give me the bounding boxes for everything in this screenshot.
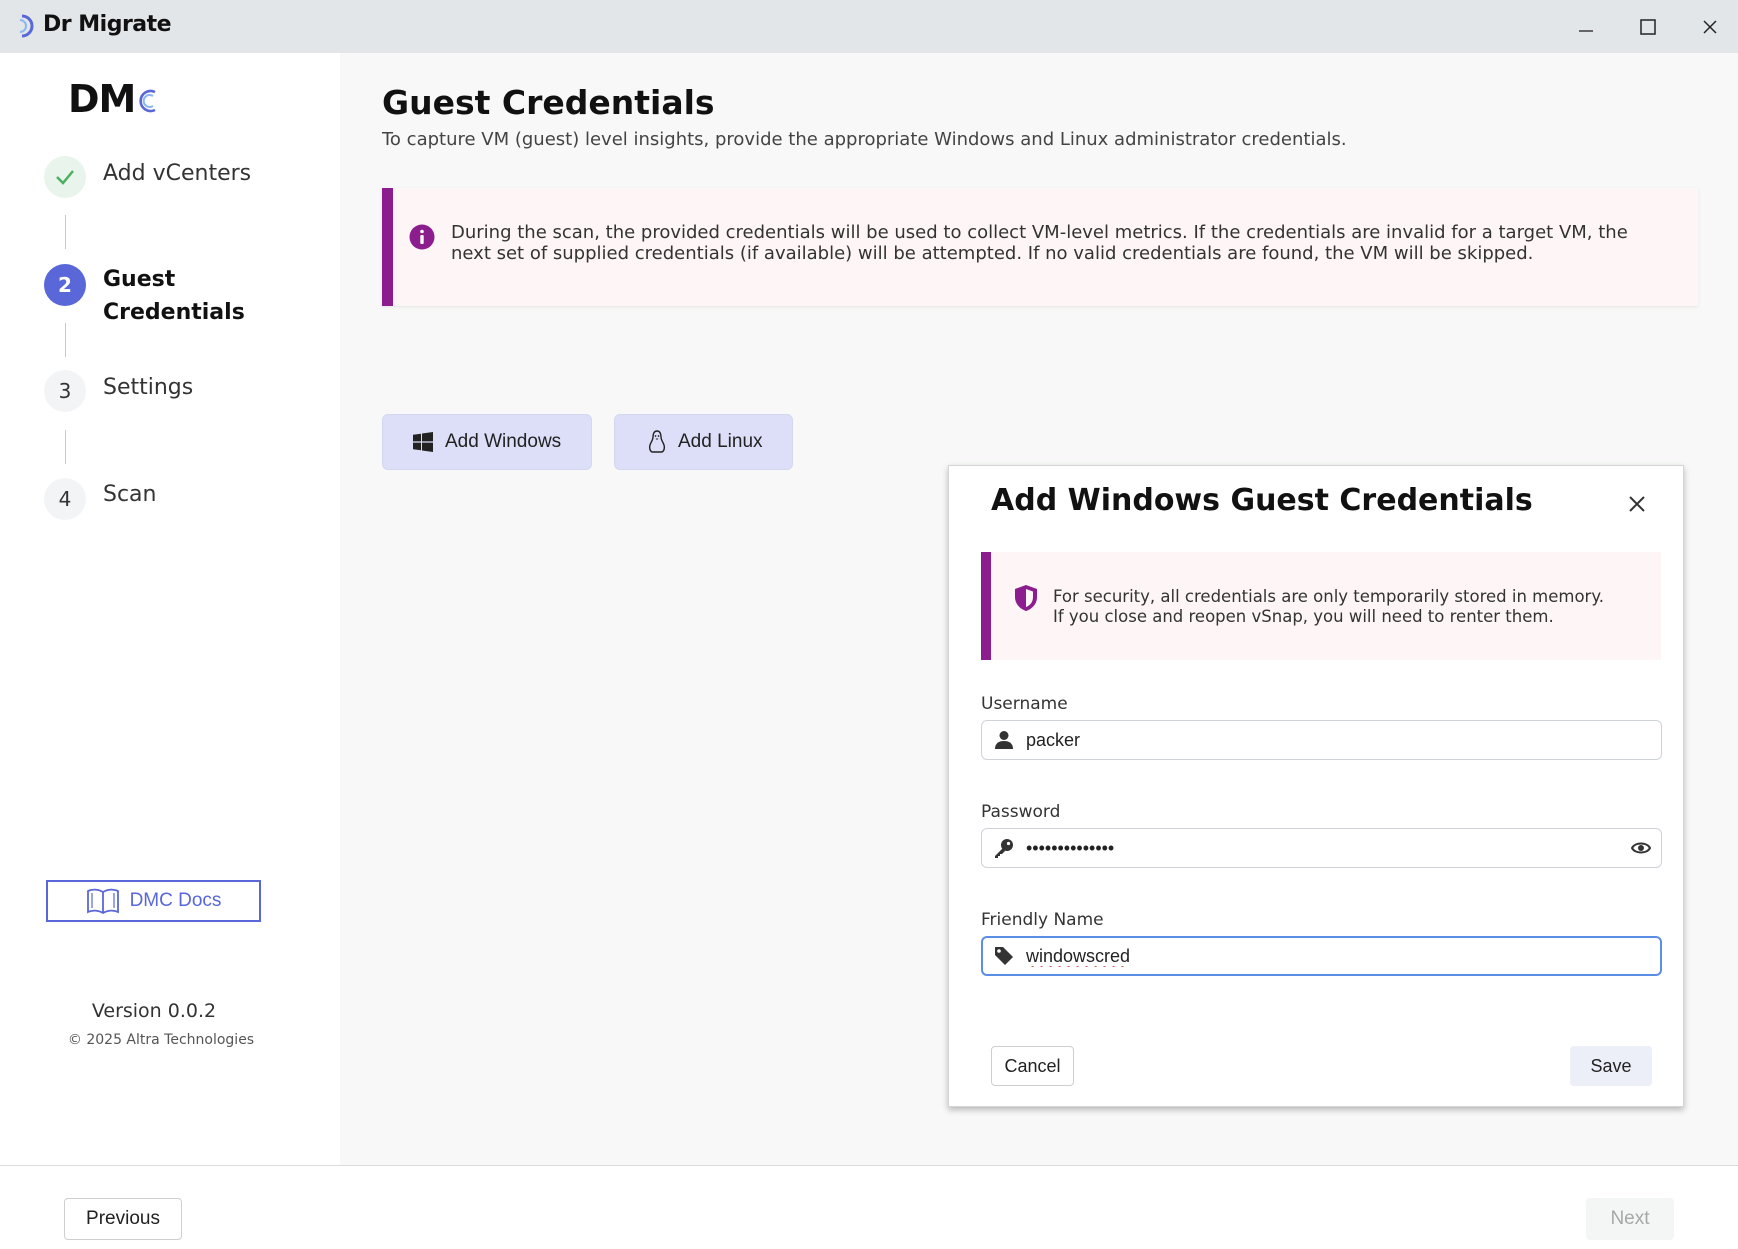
- friendly-name-label: Friendly Name: [981, 910, 1104, 930]
- step-4-number: 4: [58, 487, 72, 511]
- tag-icon: [995, 947, 1013, 965]
- username-field[interactable]: [981, 720, 1662, 760]
- close-icon: [1629, 496, 1645, 512]
- key-icon: [995, 839, 1013, 858]
- friendly-name-field[interactable]: [981, 936, 1662, 976]
- step-2-indicator: 2: [44, 264, 86, 306]
- add-windows-credentials-dialog: Add Windows Guest Credentials For securi…: [948, 465, 1684, 1107]
- add-linux-label: Add Linux: [678, 431, 763, 452]
- step-connector: [65, 323, 66, 357]
- save-button[interactable]: Save: [1570, 1046, 1652, 1086]
- step-2-number: 2: [58, 273, 72, 297]
- page-title: Guest Credentials: [382, 83, 715, 122]
- info-icon: [409, 224, 435, 250]
- cancel-button[interactable]: Cancel: [991, 1046, 1074, 1086]
- check-icon: [56, 170, 74, 185]
- password-field[interactable]: [981, 828, 1662, 868]
- version-text: Version 0.0.2: [91, 1000, 217, 1022]
- minimize-button[interactable]: [1556, 0, 1616, 53]
- add-linux-button[interactable]: Add Linux: [614, 414, 793, 470]
- maximize-button[interactable]: [1618, 0, 1678, 53]
- previous-button[interactable]: Previous: [64, 1198, 182, 1240]
- security-notice-line1: For security, all credentials are only t…: [1053, 587, 1605, 606]
- scan-info-text: During the scan, the provided credential…: [451, 222, 1628, 264]
- security-notice: For security, all credentials are only t…: [981, 552, 1661, 660]
- dialog-title: Add Windows Guest Credentials: [991, 483, 1533, 518]
- book-icon: [86, 888, 119, 914]
- username-input[interactable]: [1026, 721, 1616, 759]
- maximize-icon: [1640, 18, 1656, 35]
- username-label: Username: [981, 694, 1068, 714]
- step-1-indicator: [44, 156, 86, 198]
- step-4-indicator: 4: [44, 478, 86, 520]
- brand-logo: DM: [68, 77, 158, 121]
- security-notice-line2: If you close and reopen vSnap, you will …: [1053, 607, 1554, 626]
- add-windows-button[interactable]: Add Windows: [382, 414, 592, 470]
- step-1-label: Add vCenters: [103, 161, 252, 186]
- step-4-label: Scan: [103, 482, 157, 507]
- windows-icon: [413, 432, 433, 452]
- close-icon: [1703, 19, 1717, 34]
- password-input[interactable]: [1026, 829, 1616, 867]
- step-3-label: Settings: [103, 375, 194, 400]
- page-subtitle: To capture VM (guest) level insights, pr…: [382, 129, 1347, 150]
- sidebar: DM Add vCenters 2 Guest Credentials 3 Se…: [0, 53, 340, 1165]
- eye-icon[interactable]: [1631, 840, 1651, 856]
- app-title: Dr Migrate: [43, 12, 172, 37]
- password-label: Password: [981, 802, 1061, 822]
- add-windows-label: Add Windows: [445, 431, 562, 452]
- minimize-icon: [1579, 29, 1593, 32]
- next-button[interactable]: Next: [1586, 1198, 1674, 1240]
- linux-icon: [648, 430, 666, 453]
- scan-info-alert: During the scan, the provided credential…: [382, 188, 1698, 306]
- friendly-name-input[interactable]: [1026, 938, 1616, 974]
- brand-text: DM: [68, 77, 136, 121]
- security-notice-text: For security, all credentials are only t…: [1053, 587, 1604, 627]
- user-icon: [995, 731, 1013, 749]
- step-3-number: 3: [58, 379, 72, 403]
- close-window-button[interactable]: [1680, 0, 1738, 53]
- step-2-label: Guest Credentials: [103, 267, 245, 325]
- dmc-docs-label: DMC Docs: [129, 890, 222, 911]
- dialog-close-button[interactable]: [1625, 492, 1649, 516]
- copyright-text: © 2025 Altra Technologies: [67, 1032, 255, 1048]
- shield-icon: [1015, 585, 1037, 611]
- wizard-footer: Previous Next: [0, 1165, 1738, 1249]
- dmc-docs-button[interactable]: DMC Docs: [46, 880, 261, 922]
- window-titlebar: Dr Migrate: [0, 0, 1738, 53]
- app-logo-icon: [19, 14, 34, 38]
- step-connector: [65, 430, 66, 464]
- brand-mark-icon: [139, 89, 156, 113]
- step-3-indicator: 3: [44, 370, 86, 412]
- step-connector: [65, 215, 66, 249]
